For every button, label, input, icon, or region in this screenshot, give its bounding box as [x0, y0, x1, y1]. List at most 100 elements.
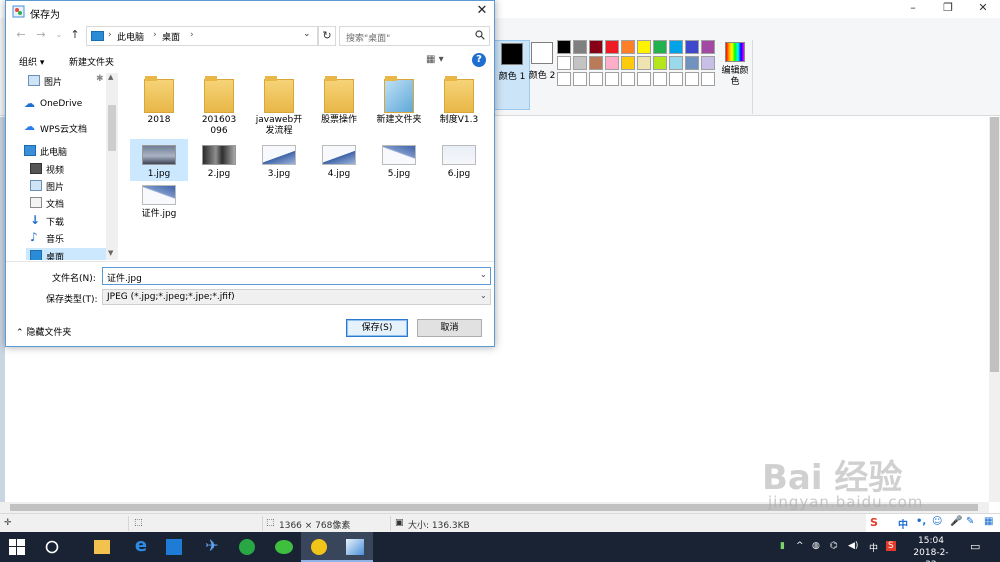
address-bar[interactable]: › 此电脑 › 桌面 › ⌄	[86, 26, 318, 46]
tray-up-icon[interactable]: ^	[796, 541, 804, 551]
folder-item[interactable]: 201603096	[190, 75, 248, 136]
new-folder-button[interactable]: 新建文件夹	[69, 55, 114, 68]
system-clock[interactable]: 15:04 2018-2-22	[910, 535, 952, 562]
palette-swatch[interactable]	[589, 56, 603, 70]
punctuation-icon[interactable]: •,	[916, 516, 926, 527]
search-input[interactable]: 搜索"桌面"	[339, 26, 490, 46]
app-shortcut-icon[interactable]: ✈	[202, 536, 222, 556]
nav-item-documents[interactable]: 文档	[30, 195, 106, 211]
palette-swatch[interactable]	[685, 72, 699, 86]
palette-swatch[interactable]	[685, 40, 699, 54]
folder-item[interactable]: javaweb开发流程	[250, 75, 308, 136]
close-button[interactable]: ✕	[960, 0, 1000, 18]
hide-folders-toggle[interactable]: ⌃ 隐藏文件夹	[16, 325, 71, 338]
game-app-icon[interactable]	[311, 539, 327, 555]
palette-swatch[interactable]	[669, 72, 683, 86]
vertical-scrollbar[interactable]	[989, 117, 1000, 502]
wechat-tray-icon[interactable]: ◍	[812, 541, 820, 551]
folder-item[interactable]: 制度V1.3	[430, 75, 488, 133]
edit-colors-button[interactable]: 编辑颜色	[721, 40, 749, 88]
file-item[interactable]: 证件.jpg	[130, 181, 188, 223]
toolbox-icon[interactable]: ▦	[984, 516, 993, 527]
change-view-icon[interactable]: ▦ ▾	[426, 54, 454, 68]
palette-swatch[interactable]	[653, 72, 667, 86]
folder-item[interactable]: 2018	[130, 75, 188, 133]
emoji-icon[interactable]: ☺	[932, 516, 942, 527]
cancel-button[interactable]: 取消	[417, 319, 482, 337]
pen-icon[interactable]: ✎	[966, 516, 974, 527]
sogou-tray-icon[interactable]: S	[886, 541, 896, 551]
cortana-icon[interactable]	[45, 540, 59, 554]
paint-taskbar-icon[interactable]	[346, 539, 364, 555]
color2-button[interactable]: 颜色 2	[524, 40, 560, 110]
file-item[interactable]: 3.jpg	[250, 139, 308, 181]
palette-swatch[interactable]	[701, 56, 715, 70]
palette-swatch[interactable]	[669, 40, 683, 54]
folder-item[interactable]: 新建文件夹	[370, 75, 428, 133]
nav-item-desktop[interactable]: 桌面	[26, 248, 106, 260]
nav-item-this-pc[interactable]: 此电脑	[24, 143, 104, 159]
organize-button[interactable]: 组织 ▾	[19, 55, 44, 68]
nav-scrollbar[interactable]: ▲ ▼	[106, 73, 118, 260]
voice-icon[interactable]: 🎤	[950, 516, 962, 527]
palette-swatch[interactable]	[621, 72, 635, 86]
refresh-button[interactable]: ↻	[318, 26, 336, 46]
palette-swatch[interactable]	[605, 56, 619, 70]
palette-swatch[interactable]	[701, 72, 715, 86]
file-explorer-icon[interactable]	[94, 540, 110, 554]
palette-swatch[interactable]	[573, 72, 587, 86]
ime-indicator[interactable]: 中	[869, 541, 878, 554]
nav-item-pictures-quick[interactable]: 图片 ✱	[28, 73, 106, 89]
help-icon[interactable]: ?	[472, 53, 486, 67]
palette-swatch[interactable]	[557, 72, 571, 86]
breadcrumb-desktop[interactable]: 桌面	[162, 30, 180, 43]
network-icon[interactable]: ⌬	[830, 541, 838, 551]
palette-swatch[interactable]	[653, 40, 667, 54]
palette-swatch[interactable]	[685, 56, 699, 70]
palette-swatch[interactable]	[637, 40, 651, 54]
palette-swatch[interactable]	[573, 40, 587, 54]
address-dropdown-icon[interactable]: ⌄	[303, 29, 311, 39]
nav-item-onedrive[interactable]: ☁ OneDrive	[24, 97, 104, 113]
folder-item[interactable]: 股票操作	[310, 75, 368, 133]
file-item[interactable]: 4.jpg	[310, 139, 368, 181]
file-item[interactable]: 6.jpg	[430, 139, 488, 181]
nav-scroll-thumb[interactable]	[108, 105, 116, 151]
palette-swatch[interactable]	[637, 56, 651, 70]
file-item[interactable]: 1.jpg	[130, 139, 188, 181]
nav-item-music[interactable]: ♪ 音乐	[30, 230, 106, 246]
breadcrumb-this-pc[interactable]: 此电脑	[117, 30, 144, 43]
palette-swatch[interactable]	[557, 56, 571, 70]
remote-desktop-icon[interactable]	[166, 539, 182, 555]
action-center-icon[interactable]: ▭	[970, 540, 980, 553]
scroll-up-icon[interactable]: ▲	[108, 73, 113, 81]
palette-swatch[interactable]	[669, 56, 683, 70]
forward-arrow-icon[interactable]: →	[34, 28, 48, 44]
palette-swatch[interactable]	[653, 56, 667, 70]
file-item[interactable]: 2.jpg	[190, 139, 248, 181]
nav-item-downloads[interactable]: ↓ 下载	[30, 213, 106, 229]
filetype-select[interactable]: JPEG (*.jpg;*.jpeg;*.jpe;*.jfif)	[102, 289, 491, 305]
sogou-icon[interactable]: S	[870, 516, 878, 529]
battery-icon[interactable]: ▮	[780, 541, 785, 551]
ime-mode-indicator[interactable]: 中	[898, 516, 908, 531]
palette-swatch[interactable]	[621, 56, 635, 70]
up-arrow-icon[interactable]: ↑	[68, 28, 82, 44]
wechat-icon[interactable]	[275, 540, 293, 554]
browser-360-icon[interactable]	[239, 539, 255, 555]
palette-swatch[interactable]	[605, 72, 619, 86]
palette-swatch[interactable]	[557, 40, 571, 54]
palette-swatch[interactable]	[621, 40, 635, 54]
vertical-scroll-thumb[interactable]	[990, 117, 999, 372]
filename-dropdown-icon[interactable]: ⌄	[480, 270, 487, 279]
internet-explorer-icon[interactable]: e	[131, 535, 151, 556]
palette-swatch[interactable]	[589, 72, 603, 86]
dialog-close-button[interactable]: ✕	[472, 3, 492, 21]
save-button[interactable]: 保存(S)	[346, 319, 408, 337]
scroll-down-icon[interactable]: ▼	[108, 249, 113, 257]
file-item[interactable]: 5.jpg	[370, 139, 428, 181]
palette-swatch[interactable]	[589, 40, 603, 54]
nav-item-pictures[interactable]: 图片	[30, 178, 106, 194]
volume-icon[interactable]: ◀)	[848, 541, 858, 551]
nav-item-videos[interactable]: 视频	[30, 161, 106, 177]
